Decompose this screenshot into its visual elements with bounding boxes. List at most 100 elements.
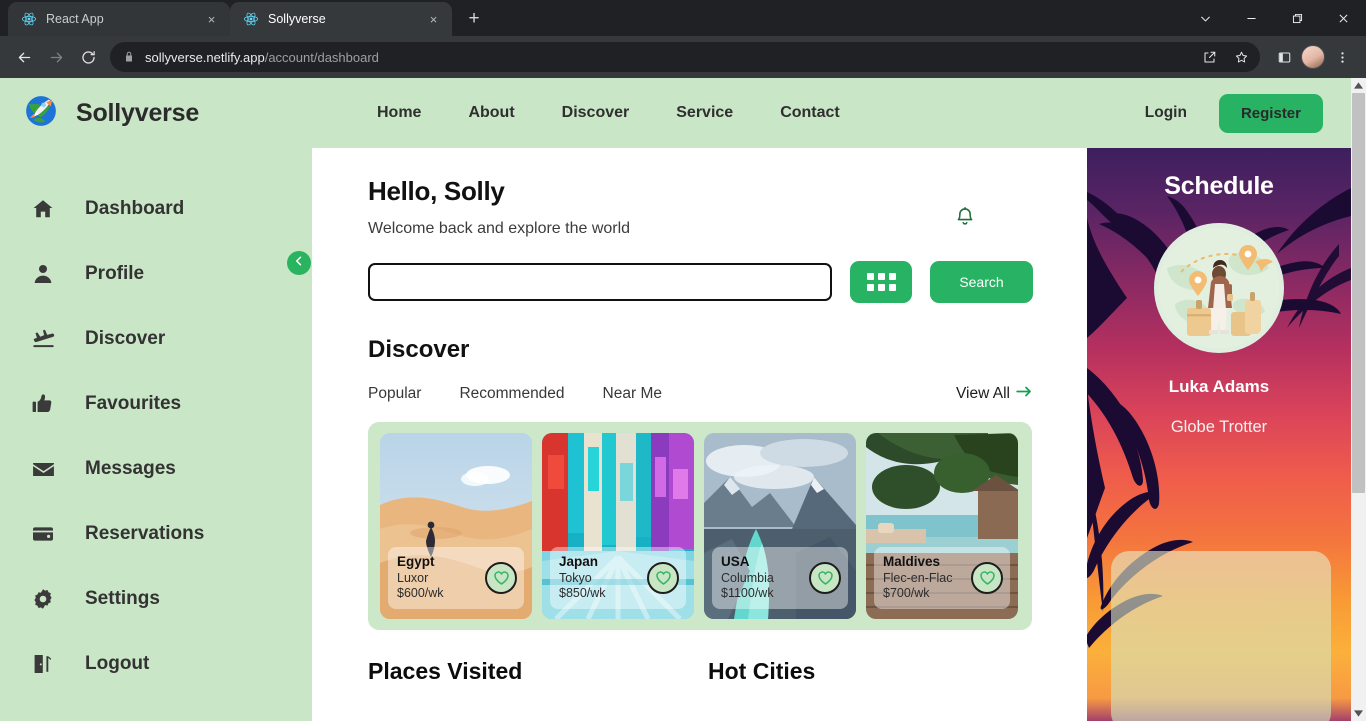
scroll-up-icon[interactable] bbox=[1351, 78, 1366, 93]
tab-close-icon[interactable]: × bbox=[425, 11, 442, 28]
home-icon bbox=[28, 197, 58, 221]
destination-card[interactable]: Japan Tokyo $850/wk bbox=[542, 433, 694, 619]
destination-card[interactable]: Maldives Flec-en-Flac $700/wk bbox=[866, 433, 1018, 619]
address-domain: sollyverse.netlify.app bbox=[145, 49, 265, 65]
card-country: Japan bbox=[559, 553, 599, 569]
heart-icon[interactable] bbox=[971, 562, 1003, 594]
card-info: Egypt Luxor $600/wk bbox=[388, 547, 524, 609]
hot-cities-heading: Hot Cities bbox=[708, 658, 816, 684]
grid-view-button[interactable] bbox=[850, 261, 912, 303]
view-all-link[interactable]: View All bbox=[956, 385, 1032, 403]
sidebar-label: Profile bbox=[85, 263, 145, 284]
profile-avatar[interactable] bbox=[1301, 45, 1325, 69]
arrow-right-icon bbox=[1016, 385, 1032, 403]
browser-menu-icon[interactable] bbox=[1327, 42, 1357, 72]
sidebar-item-discover[interactable]: Discover bbox=[0, 318, 312, 360]
address-bar[interactable]: sollyverse.netlify.app/account/dashboard bbox=[110, 42, 1260, 72]
heart-icon[interactable] bbox=[485, 562, 517, 594]
new-tab-button[interactable]: + bbox=[460, 5, 488, 33]
card-info: Maldives Flec-en-Flac $700/wk bbox=[874, 547, 1010, 609]
card-text: Egypt Luxor $600/wk bbox=[397, 554, 444, 602]
login-link[interactable]: Login bbox=[1145, 104, 1187, 122]
nav-link-service[interactable]: Service bbox=[676, 104, 733, 122]
schedule-title: Schedule bbox=[1164, 172, 1274, 200]
sidebar-collapse-button[interactable] bbox=[287, 251, 311, 275]
sidebar-item-reservations[interactable]: Reservations bbox=[0, 513, 312, 555]
card-price: $850/wk bbox=[559, 586, 606, 601]
tab-popular[interactable]: Popular bbox=[368, 385, 421, 403]
window-controls bbox=[1182, 0, 1366, 36]
minimize-icon[interactable] bbox=[1228, 0, 1274, 36]
heart-icon[interactable] bbox=[809, 562, 841, 594]
sidebar-item-profile[interactable]: Profile bbox=[0, 253, 312, 295]
destination-card[interactable]: Egypt Luxor $600/wk bbox=[380, 433, 532, 619]
schedule-user-name: Luka Adams bbox=[1168, 377, 1270, 396]
schedule-detail-card[interactable] bbox=[1111, 551, 1331, 721]
bookmark-star-icon[interactable] bbox=[1226, 42, 1256, 72]
browser-tab-react-app[interactable]: React App × bbox=[8, 2, 230, 36]
traveller-illustration bbox=[1154, 223, 1284, 353]
tab-recommended[interactable]: Recommended bbox=[459, 385, 564, 403]
card-city: Flec-en-Flac bbox=[883, 570, 953, 585]
header-actions: Login Register bbox=[1145, 93, 1351, 133]
main-content: Hello, Solly Welcome back and explore th… bbox=[312, 148, 1087, 721]
forward-icon[interactable] bbox=[41, 42, 71, 72]
person-icon bbox=[28, 262, 58, 286]
heart-icon[interactable] bbox=[647, 562, 679, 594]
tab-near-me[interactable]: Near Me bbox=[603, 385, 662, 403]
side-panel-icon[interactable] bbox=[1269, 42, 1299, 72]
sidebar: Dashboard Profile Discover Favourites Me… bbox=[0, 148, 312, 721]
view-all-label: View All bbox=[956, 385, 1010, 402]
reload-icon[interactable] bbox=[73, 42, 103, 72]
browser-tab-sollyverse[interactable]: Sollyverse × bbox=[230, 2, 452, 36]
card-text: Japan Tokyo $850/wk bbox=[559, 554, 606, 602]
bell-icon[interactable] bbox=[954, 205, 976, 234]
places-visited-heading: Places Visited bbox=[368, 658, 523, 684]
card-price: $700/wk bbox=[883, 586, 930, 601]
sidebar-item-dashboard[interactable]: Dashboard bbox=[0, 188, 312, 230]
page-viewport: Sollyverse Home About Discover Service C… bbox=[0, 78, 1366, 721]
brand-name: Sollyverse bbox=[76, 98, 200, 127]
card-info: USA Columbia $1100/wk bbox=[712, 547, 848, 609]
sidebar-item-favourites[interactable]: Favourites bbox=[0, 383, 312, 425]
card-text: Maldives Flec-en-Flac $700/wk bbox=[883, 554, 952, 602]
card-price: $600/wk bbox=[397, 586, 444, 601]
nav-link-contact[interactable]: Contact bbox=[780, 104, 840, 122]
scroll-down-icon[interactable] bbox=[1351, 706, 1366, 721]
sidebar-item-logout[interactable]: Logout bbox=[0, 643, 312, 685]
discover-heading: Discover bbox=[368, 336, 470, 363]
react-icon bbox=[21, 11, 37, 27]
main-nav: Home About Discover Service Contact bbox=[377, 104, 840, 122]
nav-link-about[interactable]: About bbox=[468, 104, 514, 122]
sidebar-label: Dashboard bbox=[85, 198, 185, 219]
nav-link-home[interactable]: Home bbox=[377, 104, 421, 122]
globe-rocket-logo bbox=[20, 90, 62, 137]
nav-link-discover[interactable]: Discover bbox=[562, 104, 630, 122]
brand[interactable]: Sollyverse bbox=[0, 90, 312, 137]
react-icon bbox=[243, 11, 259, 27]
bottom-sections: Places Visited Hot Cities bbox=[368, 658, 1032, 685]
lock-icon bbox=[123, 51, 135, 63]
card-text: USA Columbia $1100/wk bbox=[721, 554, 774, 602]
sidebar-label: Favourites bbox=[85, 393, 182, 414]
sidebar-item-messages[interactable]: Messages bbox=[0, 448, 312, 490]
search-input[interactable] bbox=[368, 263, 832, 301]
envelope-icon bbox=[28, 457, 58, 482]
maximize-icon[interactable] bbox=[1274, 0, 1320, 36]
tab-title: Sollyverse bbox=[268, 12, 326, 26]
tab-close-icon[interactable]: × bbox=[203, 11, 220, 28]
chevron-down-icon[interactable] bbox=[1182, 0, 1228, 36]
search-button[interactable]: Search bbox=[930, 261, 1033, 303]
close-icon[interactable] bbox=[1320, 0, 1366, 36]
sidebar-item-settings[interactable]: Settings bbox=[0, 578, 312, 620]
page-scrollbar[interactable] bbox=[1351, 78, 1366, 721]
web-page: Sollyverse Home About Discover Service C… bbox=[0, 78, 1351, 721]
scrollbar-thumb[interactable] bbox=[1352, 93, 1365, 493]
back-icon[interactable] bbox=[9, 42, 39, 72]
gear-icon bbox=[28, 587, 58, 611]
page-title: Hello, Solly bbox=[368, 176, 505, 206]
sidebar-label: Discover bbox=[85, 328, 166, 349]
share-icon[interactable] bbox=[1194, 42, 1224, 72]
register-button[interactable]: Register bbox=[1218, 93, 1323, 133]
destination-card[interactable]: USA Columbia $1100/wk bbox=[704, 433, 856, 619]
